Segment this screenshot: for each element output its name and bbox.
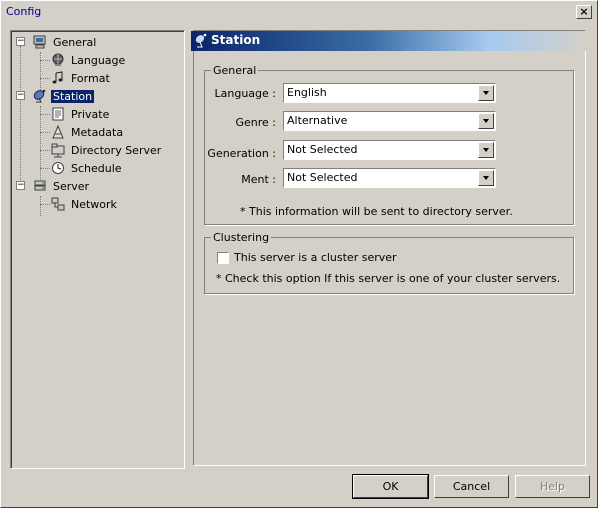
tree-label: Language	[71, 53, 126, 67]
expander-general[interactable]: −	[16, 37, 25, 46]
tree-label: Format	[71, 71, 110, 85]
tree-item-format[interactable]: Format	[50, 70, 112, 86]
tree-item-general[interactable]: General	[32, 34, 98, 50]
computer-icon	[32, 34, 48, 50]
clustering-note: * Check this option If this server is on…	[216, 272, 561, 285]
tree-item-private[interactable]: Private	[50, 106, 111, 122]
genre-label: Genre :	[235, 116, 276, 129]
select-value: Not Selected	[287, 143, 358, 156]
tree-item-metadata[interactable]: Metadata	[50, 124, 125, 140]
chevron-down-icon[interactable]	[478, 113, 494, 129]
general-note: * This information will be sent to direc…	[240, 205, 513, 218]
chevron-down-icon[interactable]	[478, 170, 494, 186]
select-value: English	[287, 86, 327, 99]
panel-header: Station	[191, 31, 587, 51]
title-bar[interactable]: Config ×	[2, 2, 596, 22]
tree-label: Network	[71, 197, 117, 211]
language-select[interactable]: English	[283, 83, 496, 103]
ok-button[interactable]: OK	[352, 474, 429, 499]
tree-label: Metadata	[71, 125, 124, 139]
server-icon	[32, 178, 48, 194]
language-label: Language :	[214, 87, 277, 100]
tree-label: Server	[53, 179, 90, 193]
cluster-server-label[interactable]: This server is a cluster server	[234, 251, 397, 264]
tree-label: Station	[51, 89, 95, 103]
tree-item-server[interactable]: Server	[32, 178, 91, 194]
tree-label: Schedule	[71, 161, 122, 175]
network-folder-icon	[50, 142, 66, 158]
globe-icon	[50, 52, 66, 68]
metadata-icon	[50, 124, 66, 140]
tree-item-language[interactable]: Language	[50, 52, 127, 68]
generation-label: Generation :	[207, 147, 276, 160]
genre-select[interactable]: Alternative	[283, 111, 496, 131]
chevron-down-icon[interactable]	[478, 85, 494, 101]
clock-icon	[50, 160, 66, 176]
help-button[interactable]: Help	[515, 475, 590, 498]
panel-title: Station	[211, 33, 261, 47]
close-button[interactable]: ×	[576, 5, 592, 19]
config-window: Config × − General Language Format − Sta…	[0, 0, 598, 508]
satellite-dish-icon	[193, 32, 209, 49]
clustering-group	[204, 237, 575, 295]
window-title: Config	[6, 5, 42, 18]
expander-server[interactable]: −	[16, 181, 25, 190]
network-icon	[50, 196, 66, 212]
tree-item-network[interactable]: Network	[50, 196, 119, 212]
config-tree: − General Language Format − Station Priv…	[10, 30, 185, 469]
clustering-legend: Clustering	[211, 231, 272, 244]
expander-station[interactable]: −	[16, 91, 25, 100]
tree-label: Directory Server	[71, 143, 162, 157]
select-value: Alternative	[287, 114, 348, 127]
tree-label: Private	[71, 107, 110, 121]
chevron-down-icon[interactable]	[478, 142, 494, 158]
satellite-dish-icon	[32, 88, 48, 104]
generation-select[interactable]: Not Selected	[283, 140, 496, 160]
ment-select[interactable]: Not Selected	[283, 168, 496, 188]
tree-item-schedule[interactable]: Schedule	[50, 160, 124, 176]
cluster-server-checkbox[interactable]	[217, 252, 229, 264]
tree-label: General	[53, 35, 97, 49]
general-legend: General	[211, 64, 259, 77]
tree-item-directory-server[interactable]: Directory Server	[50, 142, 163, 158]
cancel-button[interactable]: Cancel	[434, 475, 509, 498]
tree-item-station[interactable]: Station	[32, 88, 95, 104]
music-note-icon	[50, 70, 66, 86]
document-icon	[50, 106, 66, 122]
ment-label: Ment :	[241, 173, 276, 186]
select-value: Not Selected	[287, 171, 358, 184]
